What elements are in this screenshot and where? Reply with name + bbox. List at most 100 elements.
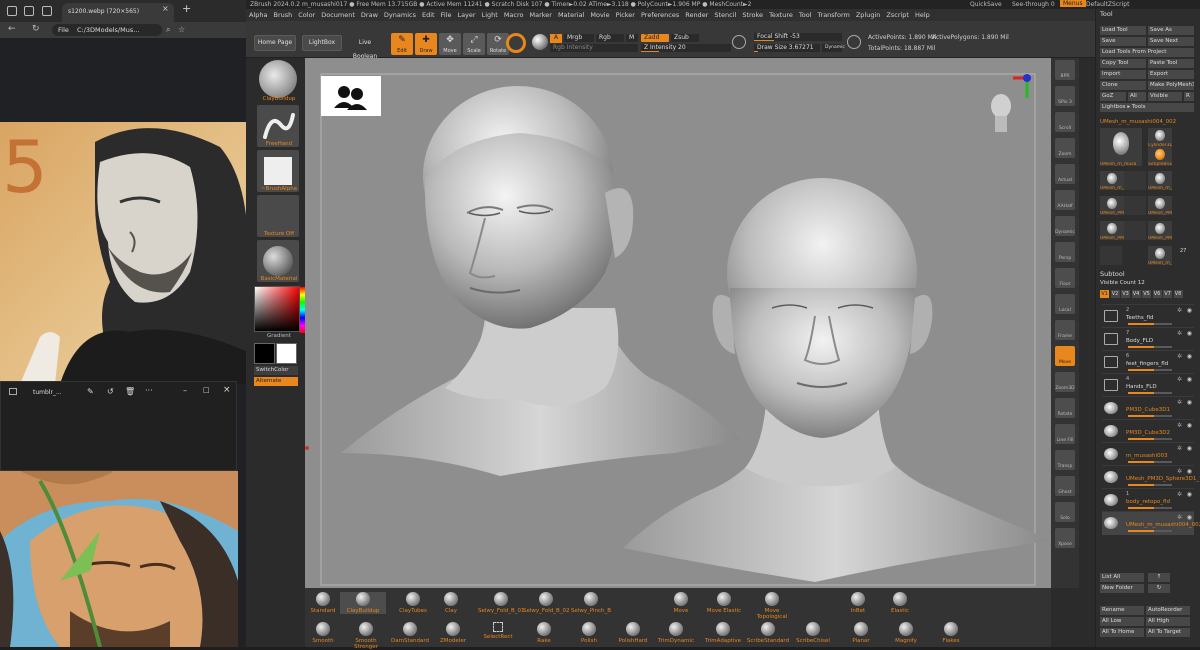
menu-draw[interactable]: Draw	[358, 9, 381, 21]
canvas-viewport[interactable]	[305, 58, 1051, 588]
tool-btn-save-as[interactable]: Save As	[1148, 26, 1194, 35]
delete-icon[interactable]: 🗑	[125, 387, 135, 396]
material-sphere-icon[interactable]	[532, 34, 548, 50]
m-button[interactable]: M	[626, 34, 638, 42]
brush-magnify[interactable]: Magnify	[883, 622, 929, 644]
right-shelf-frame[interactable]: Frame	[1055, 320, 1075, 340]
alternate-button[interactable]: Alternate	[254, 377, 298, 386]
tool-btn-import[interactable]: Import	[1100, 70, 1146, 79]
brush-move-topological[interactable]: Move Topological	[749, 592, 795, 620]
right-shelf-local[interactable]: Local	[1055, 294, 1075, 314]
subtool-view-tab-v3[interactable]: V3	[1121, 290, 1130, 298]
subtool-opacity-bar[interactable]	[1128, 323, 1172, 325]
right-shelf-dynamic[interactable]: Dynamic	[1055, 216, 1075, 236]
subtool-action-new-folder[interactable]: New Folder	[1100, 584, 1144, 593]
focal-shift-slider[interactable]: Focal Shift -53	[754, 33, 842, 41]
gear-icon[interactable]: ✲	[1177, 445, 1182, 452]
menu-tool[interactable]: Tool	[796, 9, 815, 21]
subtool-action-move-up[interactable]: ↑	[1148, 573, 1170, 582]
draw-size-slider[interactable]: Draw Size 3.67271	[754, 44, 820, 52]
right-shelf-actual[interactable]: Actual	[1055, 164, 1075, 184]
subtool-action-all-high[interactable]: All High	[1146, 617, 1190, 626]
brush-move-elastic[interactable]: Move Elastic	[701, 592, 747, 614]
right-shelf-bpr[interactable]: BPR	[1055, 60, 1075, 80]
rotate-icon[interactable]: ↺	[107, 387, 114, 396]
right-shelf-move[interactable]: Move	[1055, 346, 1075, 366]
right-shelf-rotate[interactable]: Rotate	[1055, 398, 1075, 418]
mrgb-button[interactable]: Mrgb	[564, 34, 594, 42]
tool-thumbnail[interactable]: UMesh_m_musa	[1148, 246, 1172, 266]
lightbox-button[interactable]: LightBox	[302, 35, 342, 51]
gear-icon[interactable]: ✲	[1177, 491, 1182, 498]
brush-flakes[interactable]: Flakes	[928, 622, 974, 644]
tool-btn-make-polymesh3d[interactable]: Make PolyMesh3D	[1148, 81, 1194, 90]
brush-polish[interactable]: Polish	[566, 622, 612, 644]
tool-btn-save-next[interactable]: Save Next	[1148, 37, 1194, 46]
z-intensity-slider[interactable]: Z Intensity 20	[641, 44, 731, 52]
menu-edit[interactable]: Edit	[419, 9, 438, 21]
default-zscript-button[interactable]: DefaultZScript	[1086, 1, 1129, 8]
gear-icon[interactable]: ✲	[1177, 353, 1182, 360]
menu-help[interactable]: Help	[912, 9, 933, 21]
menu-brush[interactable]: Brush	[270, 9, 295, 21]
sculpt-canvas[interactable]	[305, 58, 1051, 588]
menu-zplugin[interactable]: Zplugin	[853, 9, 884, 21]
brush-rake[interactable]: Rake	[521, 622, 567, 644]
eye-icon[interactable]: ◉	[1187, 330, 1192, 337]
minimize-icon[interactable]: –	[183, 386, 187, 395]
tool-thumbnail[interactable]: UMesh_PM3D_S	[1148, 196, 1172, 216]
subtool-item[interactable]: m_musashi003 ◉ ✲	[1102, 442, 1194, 466]
right-shelf-scroll[interactable]: Scroll	[1055, 112, 1075, 132]
tool-thumbnail[interactable]: UMesh_PM3D_S	[1148, 221, 1172, 241]
subtool-action-all-to-target[interactable]: All To Target	[1146, 628, 1190, 637]
right-shelf-floor[interactable]: Floor	[1055, 268, 1075, 288]
eye-icon[interactable]: ◉	[1187, 422, 1192, 429]
subtool-item[interactable]: UMesh_PM3D_Sphere3D1_11 ◉ ✲	[1102, 465, 1200, 489]
zoom-icon[interactable]: ⌕	[166, 25, 170, 35]
right-shelf-transp[interactable]: Transp	[1055, 450, 1075, 470]
head-model-right[interactable]	[623, 178, 1050, 582]
eye-icon[interactable]: ◉	[1187, 468, 1192, 475]
gear-icon[interactable]: ✲	[1177, 376, 1182, 383]
favorite-icon[interactable]: ☆	[178, 25, 185, 34]
gear-icon[interactable]: ✲	[1177, 307, 1182, 314]
lazy-mouse-icon[interactable]	[732, 35, 746, 49]
menu-preferences[interactable]: Preferences	[638, 9, 682, 21]
live-boolean-button[interactable]: Live Boolean	[346, 35, 384, 60]
menu-stroke[interactable]: Stroke	[739, 9, 766, 21]
secondary-color-swatch[interactable]	[254, 343, 275, 364]
switch-color-button[interactable]: SwitchColor	[254, 366, 298, 375]
tool-btn-lightbox-tools[interactable]: Lightbox ▸ Tools	[1100, 103, 1194, 112]
close-window-icon[interactable]: ×	[223, 385, 231, 395]
window-menu-icon[interactable]	[7, 6, 17, 16]
tool-btn-paste-tool[interactable]: Paste Tool	[1148, 59, 1194, 68]
brush-inbet[interactable]: InBet	[835, 592, 881, 614]
menu-color[interactable]: Color	[295, 9, 318, 21]
eye-icon[interactable]: ◉	[1187, 491, 1192, 498]
brush-scribechisel[interactable]: ScribeChisel	[790, 622, 836, 644]
right-shelf-persp[interactable]: Persp	[1055, 242, 1075, 262]
subtool-action-list-all[interactable]: List All	[1100, 573, 1144, 582]
menu-layer[interactable]: Layer	[454, 9, 478, 21]
menu-light[interactable]: Light	[479, 9, 501, 21]
tab-actions-icon[interactable]	[24, 6, 34, 16]
tool-thumbnail[interactable]: UMesh_PM3D_S	[1100, 221, 1124, 241]
subtool-opacity-bar[interactable]	[1128, 392, 1172, 394]
subtool-opacity-bar[interactable]	[1128, 438, 1172, 440]
subtool-item[interactable]: UMesh_m_musashi004_002 ◉ ✲	[1102, 511, 1200, 535]
brush-picker-button[interactable]	[259, 60, 297, 98]
home-page-button[interactable]: Home Page	[254, 35, 296, 51]
close-tab-icon[interactable]: ×	[162, 4, 169, 13]
subtool-item[interactable]: PM3D_Cube3D1 ◉ ✲	[1102, 396, 1194, 420]
subtool-item[interactable]: 6 feet_fingers_fld ◉ ✲	[1102, 350, 1194, 374]
subtool-action-autoreorder[interactable]: AutoReorder	[1146, 606, 1190, 615]
reload-icon[interactable]: ↻	[32, 24, 40, 34]
brush-move[interactable]: Move	[658, 592, 704, 614]
subtool-action-all-to-home[interactable]: All To Home	[1100, 628, 1144, 637]
eye-icon[interactable]: ◉	[1187, 514, 1192, 521]
subtool-item[interactable]: 1 body_retopo_fld ◉ ✲	[1102, 488, 1194, 512]
rgb-button[interactable]: Rgb	[596, 34, 624, 42]
menus-toggle[interactable]: Menus	[1060, 0, 1086, 7]
eye-icon[interactable]: ◉	[1187, 445, 1192, 452]
eye-icon[interactable]: ◉	[1187, 399, 1192, 406]
